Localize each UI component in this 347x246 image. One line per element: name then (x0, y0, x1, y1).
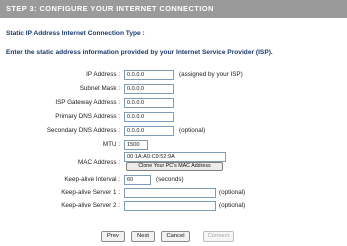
mtu-label: MTU : (102, 141, 120, 148)
primary-dns-row: Primary DNS Address : (0, 111, 347, 123)
next-button[interactable]: Next (131, 231, 155, 242)
secondary-dns-label: Secondary DNS Address : (46, 127, 120, 134)
keepalive-interval-label: Keep-alive Interval : (64, 176, 120, 183)
isp-gateway-input[interactable] (124, 98, 174, 108)
keepalive-server1-input[interactable] (124, 188, 216, 198)
clone-mac-button[interactable]: Clone Your PC's MAC Address (126, 162, 223, 171)
mtu-input[interactable] (124, 140, 148, 150)
ip-address-input[interactable] (124, 70, 174, 80)
mtu-row: MTU : (0, 139, 347, 151)
ip-address-note: (assigned by your ISP) (179, 71, 243, 78)
keepalive-interval-input[interactable] (124, 175, 151, 185)
instructions-text: Enter the static address information pro… (6, 49, 273, 56)
keepalive-server2-input[interactable] (124, 201, 216, 211)
step-header: STEP 3: CONFIGURE YOUR INTERNET CONNECTI… (0, 0, 347, 18)
cancel-button[interactable]: Cancel (161, 231, 190, 242)
prev-button[interactable]: Prev (101, 231, 125, 242)
primary-dns-label: Primary DNS Address : (55, 113, 120, 120)
keepalive-server2-label: Keep-alive Server 2 : (61, 202, 120, 209)
isp-gateway-label: ISP Gateway Address : (55, 99, 120, 106)
ip-address-label: IP Address : (86, 71, 120, 78)
subnet-mask-label: Subnet Mask : (79, 85, 120, 92)
secondary-dns-input[interactable] (124, 126, 174, 136)
connect-button[interactable]: Connect (203, 231, 234, 242)
ip-address-row: IP Address : (assigned by your ISP) (0, 69, 347, 81)
keepalive-interval-row: Keep-alive Interval : (seconds) (0, 174, 347, 186)
keepalive-server1-row: Keep-alive Server 1 : (optional) (0, 187, 347, 199)
subnet-mask-input[interactable] (124, 84, 174, 94)
primary-dns-input[interactable] (124, 112, 174, 122)
keepalive-server1-label: Keep-alive Server 1 : (61, 189, 120, 196)
mac-address-input[interactable] (124, 152, 226, 162)
keepalive-interval-note: (seconds) (156, 176, 184, 183)
connection-type-title: Static IP Address Internet Connection Ty… (6, 30, 145, 37)
mac-address-row: MAC Address : Clone Your PC's MAC Addres… (0, 151, 347, 173)
wizard-buttons: Prev Next Cancel Connect (0, 231, 347, 243)
secondary-dns-row: Secondary DNS Address : (optional) (0, 125, 347, 137)
keepalive-server2-row: Keep-alive Server 2 : (optional) (0, 200, 347, 212)
subnet-mask-row: Subnet Mask : (0, 83, 347, 95)
keepalive-server2-note: (optional) (219, 202, 246, 209)
isp-gateway-row: ISP Gateway Address : (0, 97, 347, 109)
keepalive-server1-note: (optional) (219, 189, 246, 196)
secondary-dns-note: (optional) (179, 127, 206, 134)
mac-address-label: MAC Address : (78, 159, 120, 166)
